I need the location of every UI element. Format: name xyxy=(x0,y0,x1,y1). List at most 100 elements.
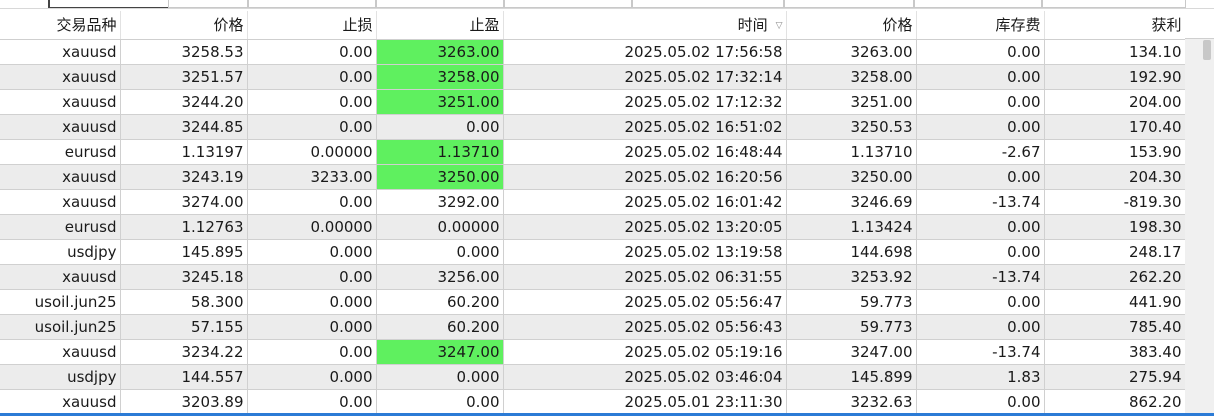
cell-close-price: 3263.00 xyxy=(786,39,917,65)
tab-active[interactable] xyxy=(48,0,170,8)
tab[interactable] xyxy=(784,0,914,8)
table-row[interactable]: xauusd 3243.19 3233.00 3250.00 2025.05.02 16… xyxy=(0,164,1186,190)
cell-tp: 3250.00 xyxy=(376,164,504,190)
column-header-sl[interactable]: 止损 xyxy=(247,11,377,40)
column-header-close-price[interactable]: 价格 xyxy=(786,11,917,40)
cell-profit: 275.94 xyxy=(1044,364,1186,390)
table-row[interactable]: xauusd 3274.00 0.00 3292.00 2025.05.02 16:01… xyxy=(0,189,1186,215)
cell-sl: 0.00 xyxy=(247,39,377,65)
scrollbar-thumb[interactable] xyxy=(1203,40,1211,60)
cell-symbol: eurusd xyxy=(0,139,121,165)
cell-symbol: usdjpy xyxy=(0,239,121,265)
tab[interactable] xyxy=(248,0,376,8)
cell-close-price: 1.13424 xyxy=(786,214,917,240)
cell-tp: 0.000 xyxy=(376,239,504,265)
column-header-label: 获利 xyxy=(1151,16,1182,35)
cell-time: 2025.05.02 16:51:02 xyxy=(503,114,787,140)
table-row[interactable]: usdjpy 144.557 0.000 0.000 2025.05.02 03:46:… xyxy=(0,364,1186,390)
cell-symbol: usoil.jun25 xyxy=(0,289,121,315)
cell-sl: 0.000 xyxy=(247,239,377,265)
cell-open-price: 3245.18 xyxy=(120,264,248,290)
cell-profit: 248.17 xyxy=(1044,239,1186,265)
table-row[interactable]: xauusd 3244.85 0.00 0.00 2025.05.02 16:51:02… xyxy=(0,114,1186,140)
cell-time: 2025.05.02 17:56:58 xyxy=(503,39,787,65)
cell-swap: -13.74 xyxy=(916,264,1045,290)
cell-sl: 0.00 xyxy=(247,339,377,365)
cell-symbol: xauusd xyxy=(0,189,121,215)
column-header-label: 价格 xyxy=(882,16,913,35)
cell-symbol: xauusd xyxy=(0,264,121,290)
cell-sl: 0.00 xyxy=(247,264,377,290)
table-filler xyxy=(1185,11,1214,416)
column-header-time[interactable]: 时间 ▽ xyxy=(503,11,787,40)
cell-close-price: 145.899 xyxy=(786,364,917,390)
column-header-symbol[interactable]: 交易品种 xyxy=(0,11,121,40)
cell-close-price: 3251.00 xyxy=(786,89,917,115)
tab[interactable] xyxy=(1042,0,1186,8)
cell-sl: 0.000 xyxy=(247,289,377,315)
cell-close-price: 144.698 xyxy=(786,239,917,265)
cell-symbol: usdjpy xyxy=(0,364,121,390)
cell-symbol: xauusd xyxy=(0,114,121,140)
column-header-label: 时间 xyxy=(737,16,768,35)
cell-open-price: 3244.85 xyxy=(120,114,248,140)
tab[interactable] xyxy=(632,0,784,8)
cell-symbol: xauusd xyxy=(0,389,121,415)
cell-swap: 0.00 xyxy=(916,114,1045,140)
tab[interactable] xyxy=(914,0,1042,8)
tab[interactable] xyxy=(168,0,248,8)
column-header-swap[interactable]: 库存费 xyxy=(916,11,1045,40)
cell-close-price: 3253.92 xyxy=(786,264,917,290)
column-header-tp[interactable]: 止盈 xyxy=(376,11,504,40)
cell-close-price: 1.13710 xyxy=(786,139,917,165)
column-header-label: 库存费 xyxy=(995,16,1041,35)
cell-profit: 204.30 xyxy=(1044,164,1186,190)
column-header-profit[interactable]: 获利 xyxy=(1044,11,1186,40)
table-row[interactable]: xauusd 3245.18 0.00 3256.00 2025.05.02 06:31… xyxy=(0,264,1186,290)
cell-tp: 3292.00 xyxy=(376,189,504,215)
table-row[interactable]: xauusd 3251.57 0.00 3258.00 2025.05.02 17:32… xyxy=(0,64,1186,90)
cell-tp: 0.00000 xyxy=(376,214,504,240)
cell-close-price: 59.773 xyxy=(786,314,917,340)
cell-open-price: 57.155 xyxy=(120,314,248,340)
cell-close-price: 59.773 xyxy=(786,289,917,315)
cell-profit: 441.90 xyxy=(1044,289,1186,315)
cell-time: 2025.05.02 13:20:05 xyxy=(503,214,787,240)
table-row[interactable]: eurusd 1.12763 0.00000 0.00000 2025.05.02 13… xyxy=(0,214,1186,240)
cell-swap: -2.67 xyxy=(916,139,1045,165)
cell-open-price: 145.895 xyxy=(120,239,248,265)
tab[interactable] xyxy=(504,0,632,8)
cell-open-price: 3243.19 xyxy=(120,164,248,190)
column-header-label: 止盈 xyxy=(469,16,500,35)
cell-profit: 134.10 xyxy=(1044,39,1186,65)
column-header-label: 价格 xyxy=(213,16,244,35)
cell-swap: 1.83 xyxy=(916,364,1045,390)
table-row[interactable]: usoil.jun25 58.300 0.000 60.200 2025.05.02 0… xyxy=(0,289,1186,315)
table-row[interactable]: xauusd 3234.22 0.00 3247.00 2025.05.02 05:19… xyxy=(0,339,1186,365)
cell-swap: 0.00 xyxy=(916,214,1045,240)
tab[interactable] xyxy=(376,0,504,8)
table-row[interactable]: xauusd 3203.89 0.00 0.00 2025.05.01 23:11:30… xyxy=(0,389,1186,415)
cell-open-price: 1.13197 xyxy=(120,139,248,165)
table-row[interactable]: xauusd 3258.53 0.00 3263.00 2025.05.02 17:56… xyxy=(0,39,1186,65)
cell-open-price: 144.557 xyxy=(120,364,248,390)
cell-time: 2025.05.02 16:01:42 xyxy=(503,189,787,215)
column-header-label: 止损 xyxy=(342,16,373,35)
table-row[interactable]: usoil.jun25 57.155 0.000 60.200 2025.05.02 0… xyxy=(0,314,1186,340)
table-row[interactable]: xauusd 3244.20 0.00 3251.00 2025.05.02 17:12… xyxy=(0,89,1186,115)
cell-profit: 785.40 xyxy=(1044,314,1186,340)
cell-time: 2025.05.02 16:20:56 xyxy=(503,164,787,190)
cell-symbol: xauusd xyxy=(0,89,121,115)
cell-time: 2025.05.02 13:19:58 xyxy=(503,239,787,265)
cell-profit: -819.30 xyxy=(1044,189,1186,215)
cell-tp: 3258.00 xyxy=(376,64,504,90)
table-row[interactable]: eurusd 1.13197 0.00000 1.13710 2025.05.02 16… xyxy=(0,139,1186,165)
column-header-open-price[interactable]: 价格 xyxy=(120,11,248,40)
cell-profit: 153.90 xyxy=(1044,139,1186,165)
cell-profit: 192.90 xyxy=(1044,64,1186,90)
cell-tp: 0.00 xyxy=(376,389,504,415)
table-row[interactable]: usdjpy 145.895 0.000 0.000 2025.05.02 13:19:… xyxy=(0,239,1186,265)
cell-profit: 862.20 xyxy=(1044,389,1186,415)
cell-tp: 3251.00 xyxy=(376,89,504,115)
cell-tp: 1.13710 xyxy=(376,139,504,165)
